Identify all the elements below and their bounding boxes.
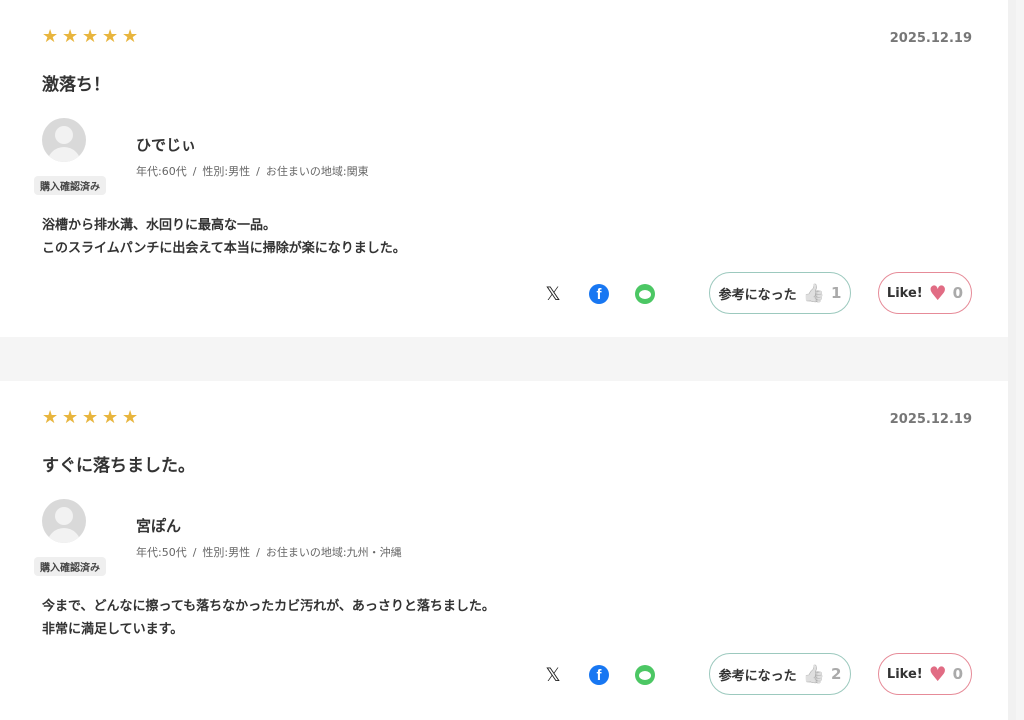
share-facebook-button[interactable]: f	[588, 664, 610, 686]
scrollbar[interactable]	[1008, 0, 1016, 720]
avatar	[42, 499, 86, 543]
like-count: 0	[952, 284, 964, 302]
review-date: 2025.12.19	[889, 412, 972, 427]
helpful-label: 参考になった	[718, 668, 797, 684]
star-icon: ★	[102, 407, 119, 428]
reviewer-gender: 性別:男性	[202, 165, 251, 178]
thumbs-up-icon: 👍	[802, 663, 825, 685]
rating-stars: ★ ★ ★ ★ ★	[42, 409, 140, 427]
line-icon	[635, 284, 655, 304]
share-facebook-button[interactable]: f	[588, 283, 610, 305]
reviewer-gender: 性別:男性	[202, 546, 251, 559]
review-body-line: 非常に満足しています。	[42, 622, 184, 637]
reviewer-age: 年代:50代	[136, 546, 187, 559]
review-body-line: 浴槽から排水溝、水回りに最高な一品。	[42, 218, 277, 233]
review-card: ★ ★ ★ ★ ★ 2025.12.19 激落ち！ 購入確認済み ひでじぃ 年代…	[0, 0, 1016, 337]
thumbs-up-icon: 👍	[802, 282, 825, 304]
helpful-count: 1	[831, 284, 842, 302]
heart-icon: ♥	[928, 662, 947, 686]
star-icon: ★	[82, 26, 99, 47]
like-label: Like!	[886, 285, 923, 301]
reviewer-age: 年代:60代	[136, 165, 187, 178]
star-icon: ★	[42, 407, 59, 428]
star-icon: ★	[122, 407, 139, 428]
star-icon: ★	[102, 26, 119, 47]
reviewer-meta: 年代:50代 / 性別:男性 / お住まいの地域:九州・沖縄	[136, 544, 402, 560]
meta-separator: /	[256, 546, 260, 559]
reviewer-name: 宮ぽん	[136, 517, 182, 535]
meta-separator: /	[256, 165, 260, 178]
x-icon: 𝕏	[545, 283, 561, 305]
share-x-button[interactable]: 𝕏	[542, 664, 564, 686]
line-icon	[635, 665, 655, 685]
star-icon: ★	[62, 26, 79, 47]
like-button[interactable]: Like! ♥ 0	[878, 272, 972, 314]
review-title: 激落ち！	[42, 75, 110, 95]
star-icon: ★	[122, 26, 139, 47]
facebook-icon: f	[589, 284, 609, 304]
like-count: 0	[952, 665, 964, 683]
review-body: 今まで、どんなに擦っても落ちなかったカビ汚れが、あっさりと落ちました。 非常に満…	[42, 595, 495, 641]
facebook-icon: f	[589, 665, 609, 685]
star-icon: ★	[82, 407, 99, 428]
helpful-button[interactable]: 参考になった 👍 1	[709, 272, 851, 314]
star-icon: ★	[42, 26, 59, 47]
avatar-body	[47, 147, 81, 162]
x-icon: 𝕏	[545, 664, 561, 686]
review-body: 浴槽から排水溝、水回りに最高な一品。 このスライムパンチに出会えて本当に掃除が楽…	[42, 214, 406, 260]
meta-separator: /	[192, 546, 197, 559]
helpful-count: 2	[831, 665, 842, 683]
helpful-button[interactable]: 参考になった 👍 2	[709, 653, 851, 695]
avatar-head	[55, 507, 73, 525]
share-x-button[interactable]: 𝕏	[542, 283, 564, 305]
review-body-line: このスライムパンチに出会えて本当に掃除が楽になりました。	[42, 241, 406, 256]
review-body-line: 今まで、どんなに擦っても落ちなかったカビ汚れが、あっさりと落ちました。	[42, 599, 495, 614]
verified-badge: 購入確認済み	[34, 557, 106, 576]
avatar-head	[55, 126, 73, 144]
avatar	[42, 118, 86, 162]
rating-stars: ★ ★ ★ ★ ★	[42, 28, 140, 46]
review-date: 2025.12.19	[889, 31, 972, 46]
helpful-label: 参考になった	[718, 287, 797, 303]
heart-icon: ♥	[928, 281, 947, 305]
review-card: ★ ★ ★ ★ ★ 2025.12.19 すぐに落ちました。 購入確認済み 宮ぽ…	[0, 381, 1016, 720]
avatar-body	[47, 528, 81, 543]
meta-separator: /	[192, 165, 197, 178]
review-list: ★ ★ ★ ★ ★ 2025.12.19 激落ち！ 購入確認済み ひでじぃ 年代…	[0, 0, 1016, 720]
reviewer-region: お住まいの地域:九州・沖縄	[265, 546, 402, 559]
reviewer-meta: 年代:60代 / 性別:男性 / お住まいの地域:関東	[136, 163, 369, 179]
star-icon: ★	[62, 407, 79, 428]
share-line-button[interactable]	[634, 283, 656, 305]
like-label: Like!	[886, 666, 923, 682]
share-line-button[interactable]	[634, 664, 656, 686]
like-button[interactable]: Like! ♥ 0	[878, 653, 972, 695]
reviewer-region: お住まいの地域:関東	[265, 165, 369, 178]
review-title: すぐに落ちました。	[42, 456, 195, 476]
verified-badge: 購入確認済み	[34, 176, 106, 195]
reviewer-name: ひでじぃ	[136, 136, 197, 154]
